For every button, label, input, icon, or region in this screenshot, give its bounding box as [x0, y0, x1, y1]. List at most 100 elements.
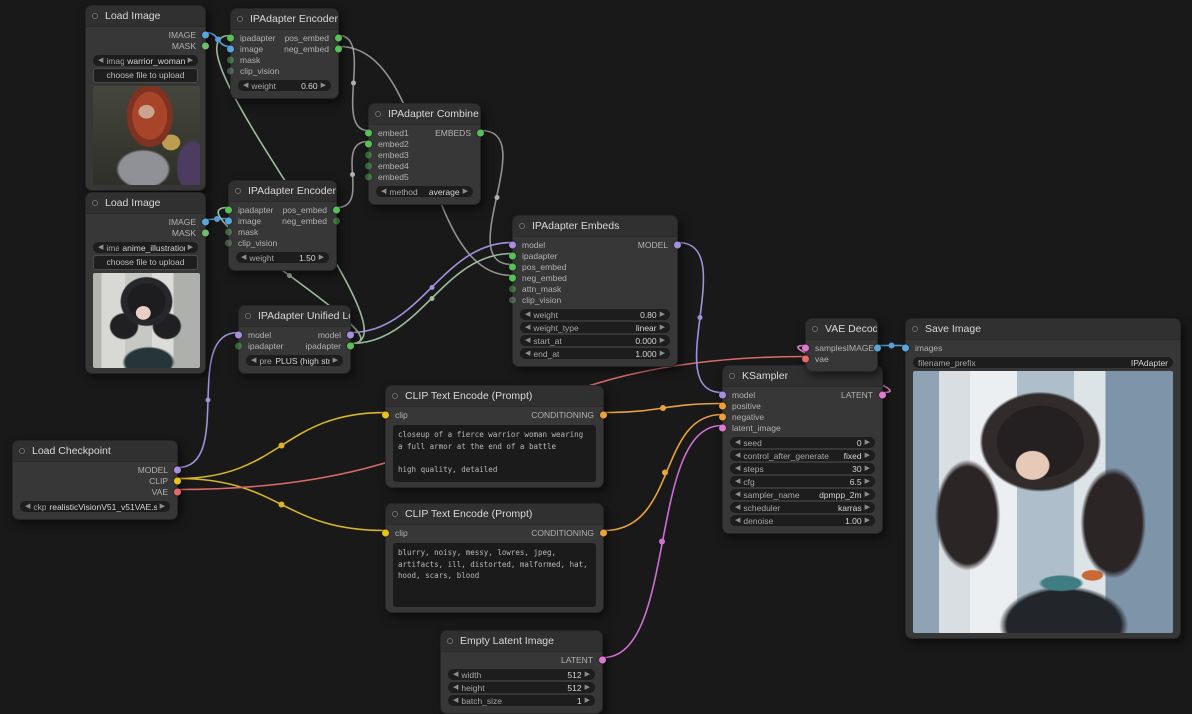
node-empty-latent-image[interactable]: Empty Latent Image LATENT width 512 heig…	[440, 630, 603, 714]
node-ipadapter-unified-loader[interactable]: IPAdapter Unified Loader model model ipa…	[238, 305, 351, 374]
decrement-arrow-icon[interactable]	[525, 324, 530, 331]
increment-arrow-icon[interactable]	[188, 244, 193, 251]
prompt-textarea[interactable]: closeup of a fierce warrior woman wearin…	[393, 425, 596, 482]
node-save-image[interactable]: Save Image images filename_prefix IPAdap…	[905, 318, 1181, 639]
collapse-dot-icon[interactable]	[392, 511, 398, 517]
port-model-out-pin[interactable]	[347, 331, 354, 338]
node-title-bar[interactable]: IPAdapter Encoder	[231, 9, 338, 30]
node-title-bar[interactable]: IPAdapter Combine Embeds	[369, 104, 480, 125]
increment-arrow-icon[interactable]	[865, 439, 870, 446]
port-clip-in-pin[interactable]	[382, 411, 389, 418]
increment-arrow-icon[interactable]	[660, 324, 665, 331]
start-at-widget[interactable]: start_at 0.000	[520, 335, 670, 346]
port-embed5-in-pin[interactable]	[365, 173, 372, 180]
decrement-arrow-icon[interactable]	[735, 452, 740, 459]
port-latent-out-pin[interactable]	[879, 391, 886, 398]
decrement-arrow-icon[interactable]	[735, 491, 740, 498]
increment-arrow-icon[interactable]	[585, 671, 590, 678]
decrement-arrow-icon[interactable]	[735, 465, 740, 472]
port-clip-vision-in-pin[interactable]	[509, 296, 516, 303]
increment-arrow-icon[interactable]	[865, 478, 870, 485]
decrement-arrow-icon[interactable]	[243, 82, 248, 89]
collapse-dot-icon[interactable]	[92, 200, 98, 206]
node-title-bar[interactable]: CLIP Text Encode (Prompt)	[386, 504, 603, 525]
port-clip-out-pin[interactable]	[174, 477, 181, 484]
decrement-arrow-icon[interactable]	[453, 684, 458, 691]
port-neg-embed-out-pin[interactable]	[333, 217, 340, 224]
node-ipadapter-embeds[interactable]: IPAdapter Embeds model MODEL ipadapter p…	[512, 215, 678, 367]
port-embed2-in-pin[interactable]	[365, 140, 372, 147]
port-vae-out-pin[interactable]	[174, 488, 181, 495]
decrement-arrow-icon[interactable]	[98, 57, 103, 64]
decrement-arrow-icon[interactable]	[735, 504, 740, 511]
collapse-dot-icon[interactable]	[245, 313, 251, 319]
control-after-generate-widget[interactable]: control_after_generate fixed	[730, 450, 875, 461]
decrement-arrow-icon[interactable]	[735, 478, 740, 485]
increment-arrow-icon[interactable]	[865, 465, 870, 472]
increment-arrow-icon[interactable]	[319, 254, 324, 261]
node-load-image-2[interactable]: Load Image IMAGE MASK image anime_illust…	[85, 192, 206, 374]
collapse-dot-icon[interactable]	[375, 111, 381, 117]
decrement-arrow-icon[interactable]	[381, 188, 386, 195]
port-ipadapter-in-pin[interactable]	[227, 34, 234, 41]
decrement-arrow-icon[interactable]	[525, 350, 530, 357]
port-model-in-pin[interactable]	[235, 331, 242, 338]
node-ipadapter-encoder-2[interactable]: IPAdapter Encoder ipadapter pos_embed im…	[228, 180, 337, 271]
increment-arrow-icon[interactable]	[585, 697, 590, 704]
port-ipadapter-in-pin[interactable]	[225, 206, 232, 213]
port-embeds-out-pin[interactable]	[477, 129, 484, 136]
port-latent-image-in-pin[interactable]	[719, 424, 726, 431]
port-ipadapter-out-pin[interactable]	[347, 342, 354, 349]
image-combo-widget[interactable]: image warrior_woman.png	[93, 55, 198, 66]
increment-arrow-icon[interactable]	[865, 491, 870, 498]
collapse-dot-icon[interactable]	[729, 373, 735, 379]
increment-arrow-icon[interactable]	[865, 452, 870, 459]
port-mask-out-pin[interactable]	[202, 229, 209, 236]
increment-arrow-icon[interactable]	[865, 504, 870, 511]
ckpt-name-combo-widget[interactable]: ckpt_name realisticVisionV51_v51VAE.safe…	[20, 501, 170, 512]
end-at-widget[interactable]: end_at 1.000	[520, 348, 670, 359]
method-combo-widget[interactable]: method average	[376, 186, 473, 197]
port-image-out-pin[interactable]	[874, 344, 881, 351]
denoise-widget[interactable]: denoise 1.00	[730, 515, 875, 526]
port-attn-mask-in-pin[interactable]	[509, 285, 516, 292]
port-vae-in-pin[interactable]	[802, 355, 809, 362]
collapse-dot-icon[interactable]	[519, 223, 525, 229]
node-graph-canvas[interactable]: Load Image IMAGE MASK image warrior_woma…	[0, 0, 1192, 714]
increment-arrow-icon[interactable]	[660, 350, 665, 357]
collapse-dot-icon[interactable]	[447, 638, 453, 644]
prompt-textarea[interactable]: blurry, noisy, messy, lowres, jpeg, arti…	[393, 543, 596, 607]
collapse-dot-icon[interactable]	[392, 393, 398, 399]
node-clip-text-encode-positive[interactable]: CLIP Text Encode (Prompt) clip CONDITION…	[385, 385, 604, 488]
collapse-dot-icon[interactable]	[235, 188, 241, 194]
port-image-out-pin[interactable]	[202, 218, 209, 225]
node-title-bar[interactable]: VAE Decode	[806, 319, 877, 340]
port-mask-in-pin[interactable]	[227, 56, 234, 63]
seed-widget[interactable]: seed 0	[730, 437, 875, 448]
port-pos-embed-out-pin[interactable]	[333, 206, 340, 213]
node-ipadapter-combine-embeds[interactable]: IPAdapter Combine Embeds embed1 EMBEDS e…	[368, 103, 481, 205]
increment-arrow-icon[interactable]	[585, 684, 590, 691]
weight-widget[interactable]: weight 1.50	[236, 252, 329, 263]
port-neg-embed-out-pin[interactable]	[335, 45, 342, 52]
port-pos-embed-out-pin[interactable]	[335, 34, 342, 41]
upload-button[interactable]: choose file to upload	[93, 68, 198, 83]
port-embed4-in-pin[interactable]	[365, 162, 372, 169]
increment-arrow-icon[interactable]	[321, 82, 326, 89]
port-conditioning-out-pin[interactable]	[600, 411, 607, 418]
decrement-arrow-icon[interactable]	[525, 311, 530, 318]
collapse-dot-icon[interactable]	[19, 448, 25, 454]
decrement-arrow-icon[interactable]	[453, 671, 458, 678]
cfg-widget[interactable]: cfg 6.5	[730, 476, 875, 487]
port-clip-in-pin[interactable]	[382, 529, 389, 536]
collapse-dot-icon[interactable]	[812, 326, 818, 332]
port-positive-in-pin[interactable]	[719, 402, 726, 409]
decrement-arrow-icon[interactable]	[251, 357, 256, 364]
decrement-arrow-icon[interactable]	[525, 337, 530, 344]
weight-widget[interactable]: weight 0.60	[238, 80, 331, 91]
port-model-in-pin[interactable]	[719, 391, 726, 398]
weight-type-combo-widget[interactable]: weight_type linear	[520, 322, 670, 333]
node-title-bar[interactable]: IPAdapter Unified Loader	[239, 306, 350, 327]
preset-combo-widget[interactable]: preset PLUS (high strength)	[246, 355, 343, 366]
decrement-arrow-icon[interactable]	[735, 439, 740, 446]
